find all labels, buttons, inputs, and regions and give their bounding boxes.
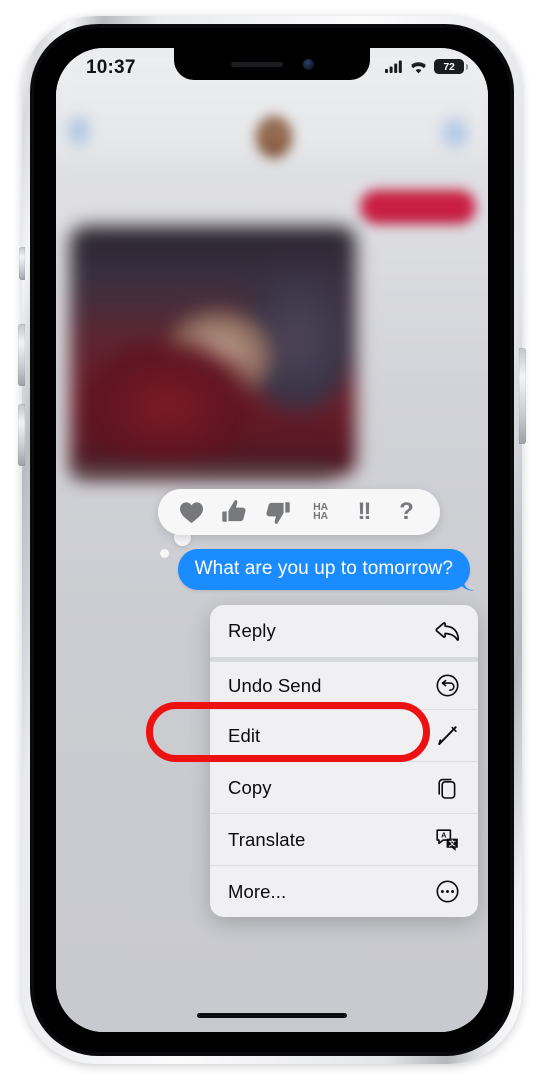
haha-line-2: HA xyxy=(313,510,328,522)
context-menu-item-more[interactable]: More... xyxy=(210,865,478,917)
front-camera-icon xyxy=(302,58,314,70)
incoming-message-bubble-blurred xyxy=(360,190,476,224)
ellipsis-circle-icon xyxy=(434,879,460,905)
thumbs-up-reaction-icon[interactable] xyxy=(218,495,252,529)
message-bubble-row: What are you up to tomorrow? xyxy=(56,549,488,591)
message-context-menu[interactable]: Reply Undo Send Edit Copy Translate A 文 … xyxy=(210,605,478,917)
power-button[interactable] xyxy=(519,348,526,444)
pencil-icon xyxy=(434,723,460,749)
photo-attachment xyxy=(70,226,356,476)
exclamation-reaction-icon[interactable]: !! xyxy=(347,495,381,529)
context-menu-label: Edit xyxy=(228,724,261,746)
message-text: What are you up to tomorrow? xyxy=(194,558,453,579)
context-menu-label: Reply xyxy=(228,620,276,641)
heart-reaction-icon[interactable] xyxy=(175,495,209,529)
context-menu-item-undo-send[interactable]: Undo Send xyxy=(210,657,478,709)
svg-text:A: A xyxy=(441,831,447,840)
volume-down-button[interactable] xyxy=(18,404,25,466)
device-notch xyxy=(174,48,370,80)
context-menu-item-reply[interactable]: Reply xyxy=(210,605,478,657)
earpiece-speaker xyxy=(230,61,283,67)
back-chevron-icon[interactable] xyxy=(68,116,90,146)
context-menu-label: Undo Send xyxy=(228,674,322,696)
undo-circle-icon xyxy=(434,673,460,699)
photo-attachment-shadow xyxy=(72,462,332,480)
phone-screen: 10:37 72 HA HA !! ? What are you up to t… xyxy=(56,48,488,1032)
exclamation-glyph: !! xyxy=(357,498,372,525)
reply-arrow-icon xyxy=(434,618,460,644)
outgoing-message-bubble[interactable]: What are you up to tomorrow? xyxy=(177,549,476,591)
question-reaction-icon[interactable]: ? xyxy=(390,495,424,529)
haha-reaction-icon[interactable]: HA HA xyxy=(304,495,338,529)
copy-documents-icon xyxy=(434,775,460,801)
home-indicator[interactable] xyxy=(197,1013,347,1018)
context-menu-label: Translate xyxy=(228,828,306,850)
tapback-reaction-bar[interactable]: HA HA !! ? xyxy=(158,489,440,535)
contact-avatar[interactable] xyxy=(256,116,292,158)
context-menu-item-copy[interactable]: Copy xyxy=(210,761,478,813)
context-menu-item-edit[interactable]: Edit xyxy=(210,709,478,761)
screenshot-stage: 10:37 72 HA HA !! ? What are you up to t… xyxy=(0,0,544,1080)
question-glyph: ? xyxy=(399,498,414,525)
thumbs-down-reaction-icon[interactable] xyxy=(261,495,295,529)
facetime-video-icon[interactable] xyxy=(442,118,468,148)
translate-icon: A 文 xyxy=(434,827,460,853)
volume-up-button[interactable] xyxy=(18,324,25,386)
mute-switch-button[interactable] xyxy=(19,247,25,280)
context-menu-item-translate[interactable]: Translate A 文 xyxy=(210,813,478,865)
context-menu-label: More... xyxy=(228,880,287,902)
bubble-tail xyxy=(456,570,476,591)
context-menu-label: Copy xyxy=(228,776,272,798)
svg-text:文: 文 xyxy=(448,838,456,847)
